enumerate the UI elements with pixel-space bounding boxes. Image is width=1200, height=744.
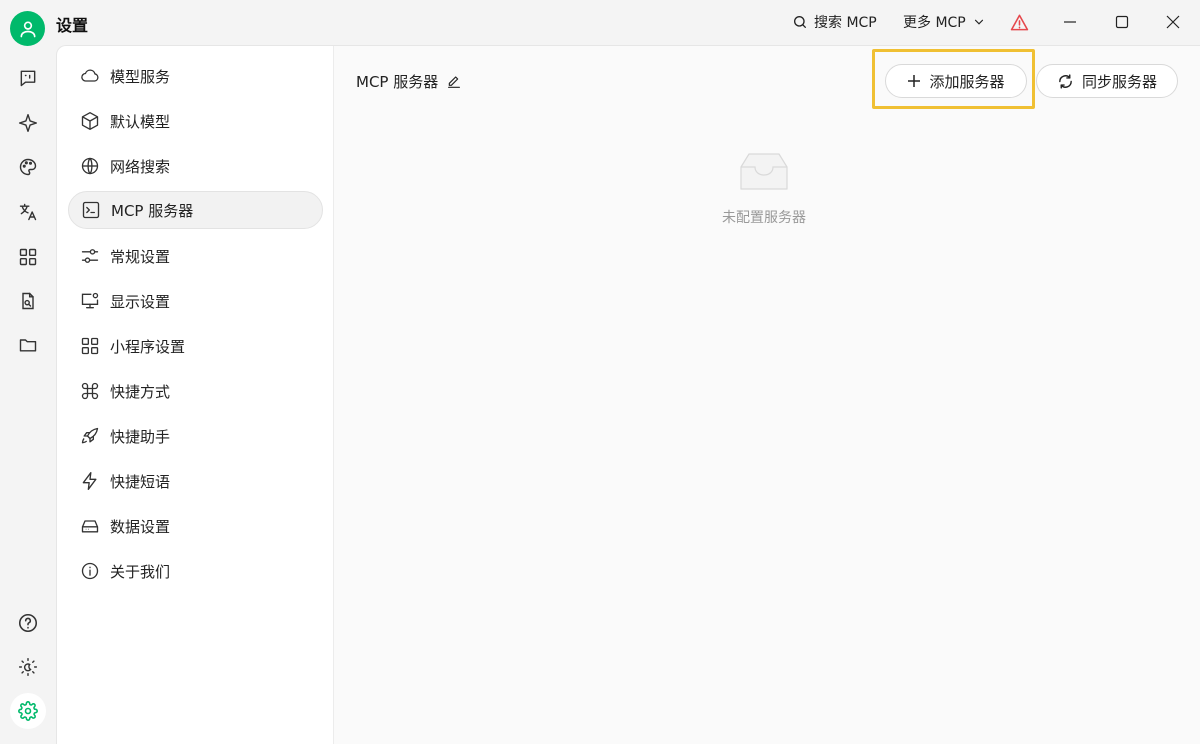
search-icon: [794, 16, 806, 28]
nav-knowledge[interactable]: [14, 287, 42, 315]
warning-icon: [1010, 14, 1029, 31]
mcp-content: MCP 服务器 添加服务器 同步服务器 未配置服务器: [334, 46, 1200, 744]
menu-item-web-search[interactable]: 网络搜索: [68, 147, 323, 185]
page-title: MCP 服务器: [356, 71, 462, 92]
folder-icon: [19, 339, 37, 352]
document-search-icon: [22, 292, 34, 310]
menu-item-data-settings[interactable]: 数据设置: [68, 507, 323, 545]
refresh-icon: [1059, 73, 1072, 89]
empty-state: 未配置服务器: [694, 151, 834, 227]
grid-icon: [81, 337, 99, 355]
plus-icon: [908, 75, 921, 87]
menu-item-label: 显示设置: [110, 292, 171, 311]
info-icon: [81, 562, 99, 580]
nav-paint[interactable]: [14, 153, 42, 181]
empty-state-text: 未配置服务器: [722, 210, 806, 226]
sparkle-icon: [18, 113, 38, 133]
add-server-button[interactable]: 添加服务器: [885, 64, 1027, 98]
user-icon: [20, 21, 36, 37]
cloud-icon: [81, 69, 99, 82]
title-bar: 设置 搜索 MCP 更多 MCP: [0, 0, 1200, 46]
menu-item-label: 快捷助手: [110, 427, 171, 446]
settings-panel: 模型服务 默认模型 网络搜索 MCP 服务器 常规设置 显示设置 小程序设置 快…: [56, 45, 1200, 744]
menu-item-miniapp-settings[interactable]: 小程序设置: [68, 327, 323, 365]
menu-item-label: 默认模型: [110, 112, 171, 131]
more-mcp-label: 更多 MCP: [903, 15, 966, 31]
empty-inbox-icon: [740, 153, 788, 190]
cube-icon: [81, 112, 99, 130]
minimize-icon: [1064, 21, 1076, 23]
rocket-icon: [81, 427, 99, 444]
nav-theme[interactable]: [14, 653, 42, 681]
menu-item-quick-assistant[interactable]: 快捷助手: [68, 417, 323, 455]
globe-icon: [81, 157, 99, 175]
search-mcp-button[interactable]: 搜索 MCP: [792, 12, 877, 32]
close-icon: [1166, 15, 1180, 29]
sync-servers-button[interactable]: 同步服务器: [1036, 64, 1178, 98]
warning-button[interactable]: [1010, 13, 1029, 32]
menu-item-display-settings[interactable]: 显示设置: [68, 282, 323, 320]
menu-item-label: 快捷短语: [110, 472, 171, 491]
menu-item-shortcuts[interactable]: 快捷方式: [68, 372, 323, 410]
maximize-button[interactable]: [1102, 8, 1142, 36]
nav-files[interactable]: [14, 331, 42, 359]
menu-item-general-settings[interactable]: 常规设置: [68, 237, 323, 275]
menu-item-label: 快捷方式: [110, 382, 171, 401]
edit-icon[interactable]: [446, 74, 462, 90]
search-mcp-label: 搜索 MCP: [814, 15, 877, 31]
command-icon: [81, 382, 99, 400]
menu-item-about[interactable]: 关于我们: [68, 552, 323, 590]
chevron-down-icon: [974, 19, 983, 25]
nav-help[interactable]: [14, 609, 42, 637]
nav-agents[interactable]: [14, 109, 42, 137]
nav-settings[interactable]: [10, 693, 46, 729]
nav-apps[interactable]: [14, 243, 42, 271]
menu-item-default-model[interactable]: 默认模型: [68, 102, 323, 140]
monitor-settings-icon: [81, 292, 99, 309]
apps-icon: [19, 248, 37, 266]
terminal-icon: [82, 201, 100, 219]
translate-icon: [19, 203, 37, 221]
add-server-label: 添加服务器: [929, 72, 1005, 91]
hard-drive-icon: [81, 520, 99, 533]
close-button[interactable]: [1153, 8, 1193, 36]
menu-item-model-service[interactable]: 模型服务: [68, 57, 323, 95]
menu-item-label: 常规设置: [110, 247, 171, 266]
settings-menu: 模型服务 默认模型 网络搜索 MCP 服务器 常规设置 显示设置 小程序设置 快…: [57, 46, 334, 744]
settings-icon: [18, 701, 38, 721]
more-mcp-dropdown[interactable]: 更多 MCP: [903, 12, 986, 32]
menu-item-label: 网络搜索: [110, 157, 171, 176]
minimize-button[interactable]: [1050, 8, 1090, 36]
maximize-icon: [1115, 15, 1129, 29]
menu-item-label: 关于我们: [110, 562, 171, 581]
sync-servers-label: 同步服务器: [1081, 72, 1157, 91]
help-icon: [18, 613, 38, 633]
nav-chat[interactable]: [14, 64, 42, 92]
zap-icon: [82, 472, 97, 490]
menu-item-label: 模型服务: [110, 67, 171, 86]
sliders-icon: [81, 249, 99, 263]
page-title-text: MCP 服务器: [356, 73, 439, 91]
menu-item-quick-phrases[interactable]: 快捷短语: [68, 462, 323, 500]
menu-item-label: MCP 服务器: [111, 201, 194, 220]
avatar[interactable]: [10, 11, 45, 46]
nav-translate[interactable]: [14, 198, 42, 226]
left-nav-bar: [0, 45, 56, 744]
palette-icon: [19, 158, 37, 176]
chat-icon: [20, 70, 36, 87]
menu-item-mcp-servers[interactable]: MCP 服务器: [68, 191, 323, 229]
menu-item-label: 小程序设置: [110, 337, 186, 356]
window-title: 设置: [56, 16, 89, 35]
theme-icon: [18, 657, 38, 677]
menu-item-label: 数据设置: [110, 517, 171, 536]
